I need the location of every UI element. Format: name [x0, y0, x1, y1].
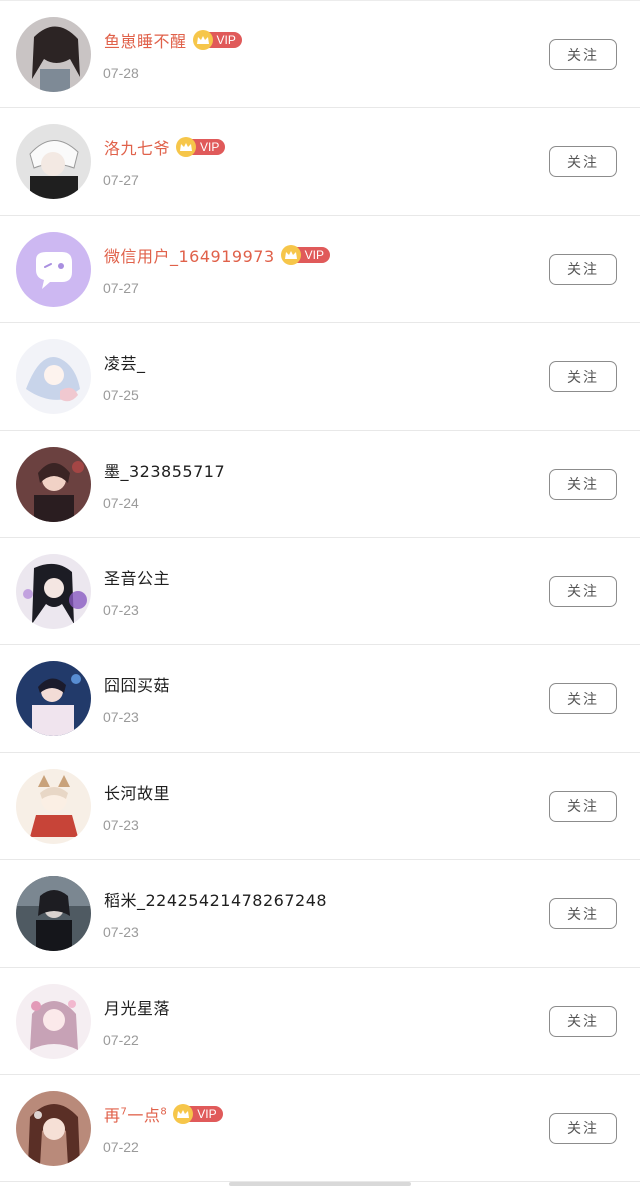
- name-line: 洛九七爷 VIP: [104, 134, 226, 160]
- vip-badge: VIP: [176, 137, 226, 158]
- user-name[interactable]: 墨_323855717: [104, 458, 225, 482]
- user-name[interactable]: 圣音公主: [104, 565, 170, 589]
- list-item[interactable]: 墨_323855717 07-24 关注: [0, 431, 640, 538]
- user-name[interactable]: 鱼崽睡不醒: [104, 28, 187, 52]
- name-line: 鱼崽睡不醒 VIP: [104, 27, 242, 53]
- list-item[interactable]: 鱼崽睡不醒 VIP 07-28 关注: [0, 1, 640, 109]
- list-item[interactable]: 微信用户_164919973 VIP 07-27 关注: [0, 216, 640, 324]
- avatar[interactable]: [16, 231, 91, 307]
- name-line: 稻米_22425421478267248: [104, 886, 327, 912]
- follow-button[interactable]: 关注: [549, 1005, 617, 1037]
- user-name[interactable]: 稻米_22425421478267248: [104, 887, 327, 911]
- follow-button[interactable]: 关注: [549, 575, 617, 607]
- user-name[interactable]: 长河故里: [104, 780, 170, 804]
- follow-button[interactable]: 关注: [549, 898, 617, 930]
- list-item[interactable]: 囧囧买菇 07-23 关注: [0, 645, 640, 753]
- follow-button[interactable]: 关注: [549, 1112, 617, 1144]
- follow-date: 07-23: [103, 709, 139, 726]
- user-name[interactable]: 凌芸_: [104, 350, 146, 374]
- follow-button[interactable]: 关注: [549, 790, 617, 822]
- follow-button[interactable]: 关注: [549, 146, 617, 178]
- name-line: 凌芸_: [104, 349, 146, 375]
- follow-date: 07-23: [103, 924, 139, 941]
- follow-button[interactable]: 关注: [549, 253, 617, 285]
- follow-date: 07-23: [103, 816, 139, 833]
- name-line: 长河故里: [104, 779, 170, 805]
- name-line: 墨_323855717: [104, 457, 225, 483]
- name-line: 圣音公主: [104, 564, 170, 590]
- follow-date: 07-28: [103, 65, 139, 81]
- name-line: 囧囧买菇: [104, 671, 170, 697]
- avatar[interactable]: [16, 446, 91, 522]
- follow-date: 07-27: [103, 172, 139, 189]
- follow-button[interactable]: 关注: [549, 361, 617, 393]
- list-item[interactable]: 长河故里 07-23 关注: [0, 753, 640, 861]
- follow-date: 07-22: [103, 1031, 139, 1048]
- follower-list: 鱼崽睡不醒 VIP 07-28 关注 洛九七爷 VIP 07-27 关注 微信用…: [0, 0, 640, 1186]
- crown-icon: [192, 30, 213, 50]
- avatar[interactable]: [16, 983, 91, 1059]
- list-item[interactable]: 圣音公主 07-23 关注: [0, 538, 640, 646]
- user-name[interactable]: 囧囧买菇: [104, 672, 170, 696]
- name-line: 微信用户_164919973 VIP: [104, 242, 330, 268]
- follow-date: 07-23: [103, 601, 139, 618]
- list-item[interactable]: 凌芸_ 07-25 关注: [0, 323, 640, 431]
- home-indicator[interactable]: [229, 1182, 411, 1186]
- list-item[interactable]: 稻米_22425421478267248 07-23 关注: [0, 860, 640, 968]
- list-item[interactable]: 洛九七爷 VIP 07-27 关注: [0, 108, 640, 216]
- avatar[interactable]: [16, 553, 91, 629]
- follow-button[interactable]: 关注: [549, 39, 617, 70]
- user-name[interactable]: 微信用户_164919973: [104, 243, 275, 267]
- crown-icon: [280, 244, 301, 265]
- vip-badge: VIP: [280, 244, 330, 265]
- avatar[interactable]: [16, 339, 91, 415]
- follow-button[interactable]: 关注: [549, 683, 617, 715]
- follow-date: 07-22: [103, 1138, 139, 1155]
- follow-date: 07-24: [103, 494, 139, 511]
- user-name[interactable]: 月光星落: [104, 995, 170, 1019]
- follow-date: 07-27: [103, 279, 139, 296]
- list-item[interactable]: 再7一点8 VIP 07-22 关注: [0, 1075, 640, 1183]
- vip-badge: VIP: [192, 30, 242, 50]
- avatar[interactable]: [16, 17, 91, 92]
- avatar[interactable]: [16, 661, 91, 737]
- name-line: 月光星落: [104, 994, 170, 1020]
- vip-badge: VIP: [173, 1103, 223, 1124]
- name-line: 再7一点8 VIP: [104, 1101, 223, 1127]
- user-name[interactable]: 洛九七爷: [104, 135, 170, 159]
- avatar[interactable]: [16, 1090, 91, 1166]
- user-name[interactable]: 再7一点8: [104, 1102, 167, 1126]
- list-item[interactable]: 月光星落 07-22 关注: [0, 968, 640, 1075]
- avatar[interactable]: [16, 768, 91, 844]
- follow-button[interactable]: 关注: [549, 468, 617, 500]
- follow-date: 07-25: [103, 387, 139, 404]
- avatar[interactable]: [16, 876, 91, 952]
- avatar[interactable]: [16, 124, 91, 200]
